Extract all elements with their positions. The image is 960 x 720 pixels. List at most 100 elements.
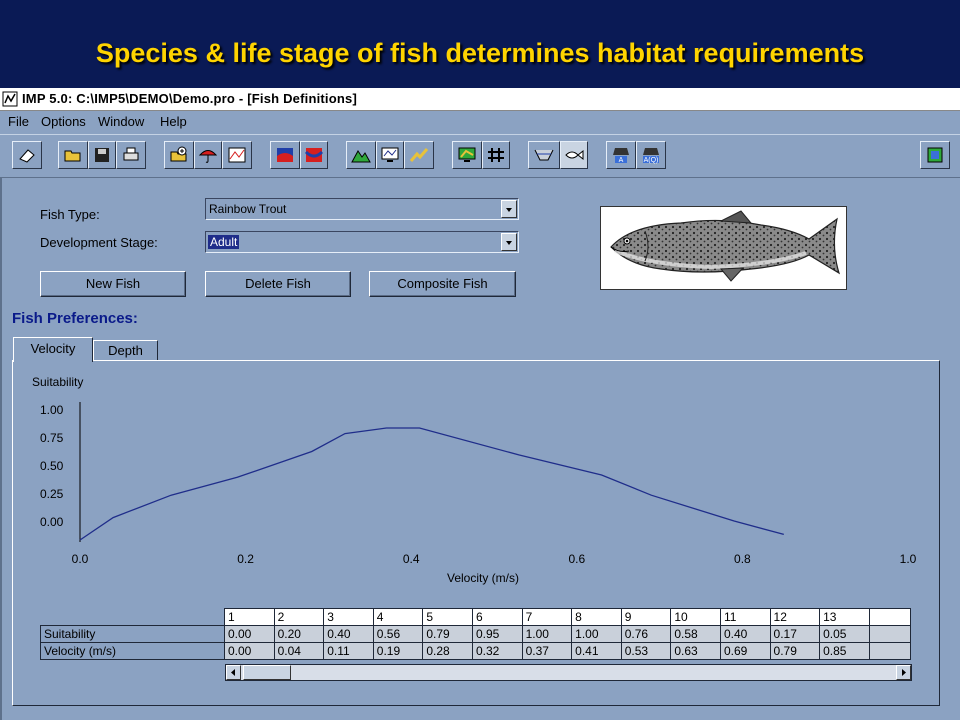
grid-cell[interactable]: 1.00: [521, 625, 573, 643]
grid-column-header[interactable]: 3: [323, 608, 374, 626]
grid-cell[interactable]: 0.85: [819, 642, 870, 660]
grid-column-header[interactable]: 1: [224, 608, 275, 626]
grid-cell[interactable]: 0.37: [521, 642, 573, 660]
grid-column-header[interactable]: 9: [620, 608, 672, 626]
grid-column-header[interactable]: 4: [372, 608, 424, 626]
toolbar-button-grid[interactable]: [482, 141, 510, 169]
grid-cell[interactable]: 0.79: [422, 625, 473, 643]
fish-icon: [565, 149, 584, 161]
grid-cell[interactable]: 0.95: [471, 625, 523, 643]
fish-type-select[interactable]: Rainbow Trout: [205, 198, 519, 220]
grid-cell[interactable]: 0.11: [323, 642, 374, 660]
grid-column-header[interactable]: 5: [422, 608, 473, 626]
toolbar-button-monitor[interactable]: [376, 141, 404, 169]
grid-cell[interactable]: 0.58: [670, 625, 721, 643]
grid-cell[interactable]: 0.76: [620, 625, 672, 643]
toolbar-button-umbrella[interactable]: [194, 141, 222, 169]
channel-icon: [304, 148, 324, 162]
grid-column-header[interactable]: 8: [571, 608, 622, 626]
toolbar-button-save[interactable]: [88, 141, 116, 169]
scroll-left-icon[interactable]: [226, 665, 241, 680]
tab-velocity[interactable]: Velocity: [13, 337, 93, 362]
scroll-right-icon[interactable]: [896, 665, 911, 680]
menu-options[interactable]: Options: [41, 114, 86, 129]
toolbar-button-fish[interactable]: [560, 141, 588, 169]
y-tick-label: 0.50: [40, 459, 64, 473]
graph-icon: [458, 147, 476, 162]
horizontal-scrollbar[interactable]: [225, 664, 912, 681]
grid-cell[interactable]: 0.04: [273, 642, 325, 660]
stage-select[interactable]: Adult: [205, 231, 519, 253]
grid-cell[interactable]: 0.69: [719, 642, 771, 660]
toolbar-button-print[interactable]: [116, 141, 146, 169]
grid-cell[interactable]: 0.28: [422, 642, 473, 660]
grid-cell-empty[interactable]: [868, 642, 911, 660]
tab-depth[interactable]: Depth: [93, 340, 158, 361]
composite-fish-button[interactable]: Composite Fish: [369, 271, 516, 297]
grid-column-header[interactable]: 12: [769, 608, 821, 626]
grid-cell[interactable]: 0.00: [224, 625, 275, 643]
grid-column-header[interactable]: 7: [521, 608, 573, 626]
toolbar-button-terrain[interactable]: [346, 141, 376, 169]
toolbar-button-channel[interactable]: [300, 141, 328, 169]
grid-row-suitability: Suitability 0.00 0.20 0.40 0.56 0.79 0.95 1.00 1…: [40, 625, 911, 643]
line-chart-icon: [228, 147, 246, 163]
exit-icon: [927, 147, 943, 163]
grid-cell[interactable]: 0.00: [224, 642, 275, 660]
toolbar-button-fish-section[interactable]: [528, 141, 560, 169]
y-tick-label: 0.75: [40, 431, 64, 445]
umbrella-icon: [198, 150, 218, 163]
grid-column-header[interactable]: 11: [719, 608, 771, 626]
menu-window[interactable]: Window: [98, 114, 144, 129]
grid-cell[interactable]: 0.17: [769, 625, 821, 643]
river-icon: [277, 148, 293, 162]
grid-header-row: 1 2 3 4 5 6 7 8 9 10 11 12 13: [40, 608, 911, 626]
menu-help[interactable]: Help: [160, 114, 187, 129]
grid-column-header[interactable]: 6: [471, 608, 523, 626]
toolbar-button-river[interactable]: [270, 141, 300, 169]
grid-column-header[interactable]: 10: [670, 608, 721, 626]
toolbar-button-cut[interactable]: [12, 141, 42, 169]
window-titlebar[interactable]: IMP 5.0: C:\IMP5\DEMO\Demo.pro - [Fish D…: [0, 88, 960, 111]
grid-row-header: Suitability: [40, 625, 225, 643]
toolbar-button-aq[interactable]: A(Q): [636, 141, 666, 169]
toolbar-button-trend[interactable]: [404, 141, 434, 169]
menu-file[interactable]: File: [8, 114, 29, 129]
scroll-thumb[interactable]: [243, 665, 291, 680]
toolbar-button-add[interactable]: [164, 141, 194, 169]
toolbar-button-open[interactable]: [58, 141, 88, 169]
save-icon: [95, 148, 109, 162]
weight-a-icon: A: [613, 148, 629, 164]
chevron-down-icon[interactable]: [501, 233, 517, 251]
grid-column-header[interactable]: 2: [273, 608, 325, 626]
cross-section-icon: [534, 149, 554, 161]
toolbar-button-chart[interactable]: [222, 141, 252, 169]
stage-label: Development Stage:: [40, 235, 158, 250]
toolbar-button-exit[interactable]: [920, 141, 950, 169]
preference-grid[interactable]: 1 2 3 4 5 6 7 8 9 10 11 12 13 Suitability 0.00 0.20 0.40…: [40, 608, 911, 660]
grid-cell[interactable]: 0.40: [323, 625, 374, 643]
x-tick-label: 1.0: [900, 552, 917, 566]
grid-cell[interactable]: 0.41: [571, 642, 622, 660]
grid-cell[interactable]: 0.53: [620, 642, 672, 660]
menu-bar: File Options Window Help: [0, 111, 960, 133]
grid-cell[interactable]: 0.20: [273, 625, 325, 643]
grid-cell[interactable]: 0.56: [372, 625, 424, 643]
delete-fish-button[interactable]: Delete Fish: [205, 271, 351, 297]
trend-icon: [409, 148, 429, 162]
grid-cell[interactable]: 0.05: [819, 625, 870, 643]
toolbar-button-a[interactable]: A: [606, 141, 636, 169]
grid-cell[interactable]: 0.19: [372, 642, 424, 660]
toolbar-button-graph[interactable]: [452, 141, 482, 169]
grid-cell[interactable]: 0.32: [471, 642, 523, 660]
grid-column-header[interactable]: 13: [819, 608, 870, 626]
grid-cell[interactable]: 0.63: [670, 642, 721, 660]
grid-cell-empty[interactable]: [868, 625, 911, 643]
grid-cell[interactable]: 0.79: [769, 642, 821, 660]
grid-cell[interactable]: 1.00: [571, 625, 622, 643]
chevron-down-icon[interactable]: [501, 200, 517, 218]
grid-cell[interactable]: 0.40: [719, 625, 771, 643]
y-tick-label: 0.25: [40, 487, 64, 501]
new-fish-button[interactable]: New Fish: [40, 271, 186, 297]
x-tick-label: 0.4: [403, 552, 420, 566]
